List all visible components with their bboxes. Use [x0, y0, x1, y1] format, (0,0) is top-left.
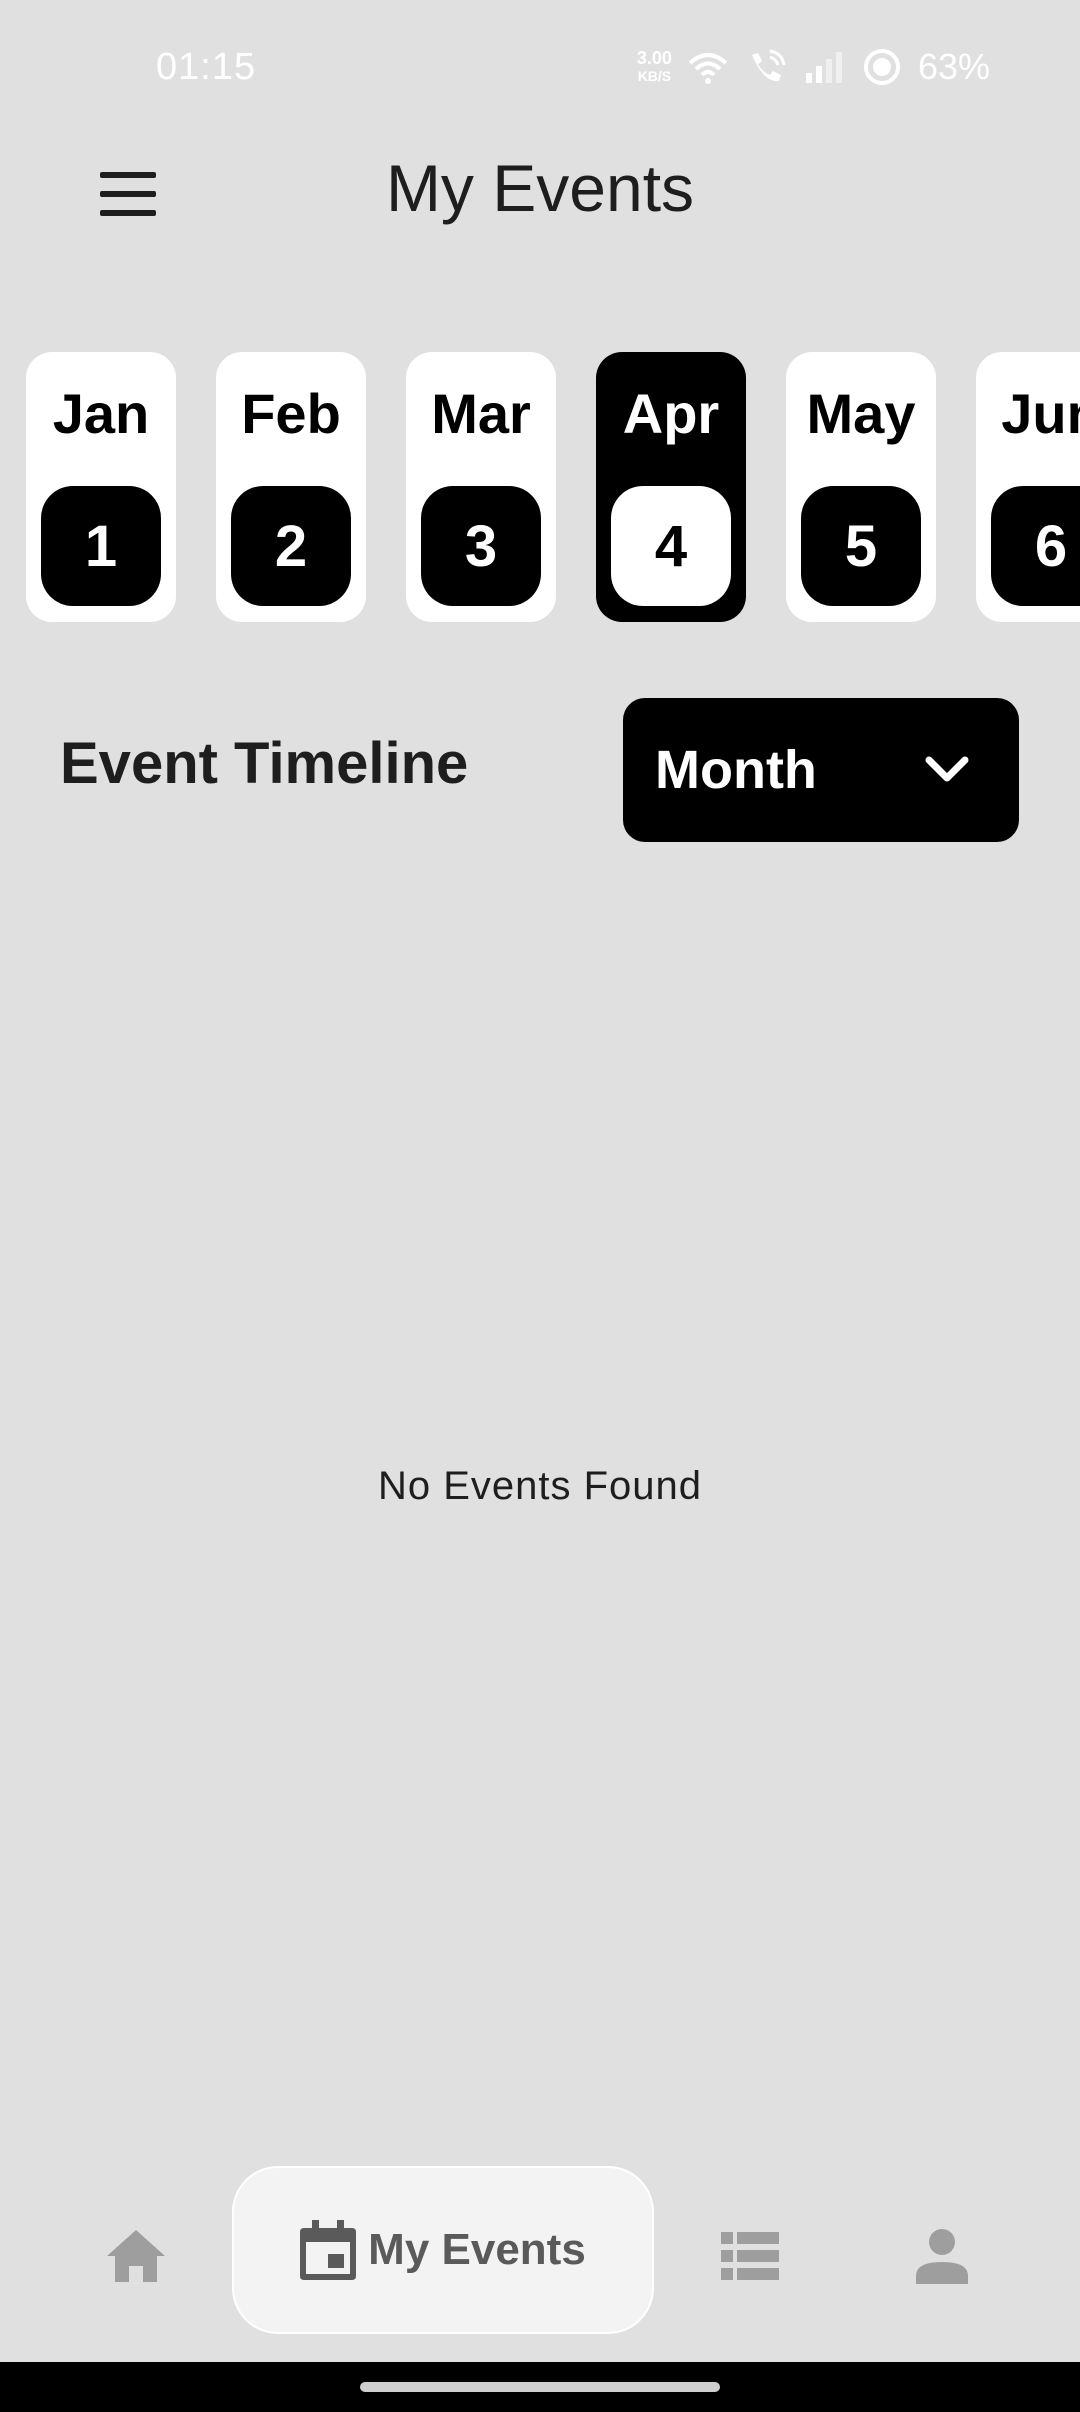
month-card-jan[interactable]: Jan 1 — [26, 352, 176, 622]
month-card-mar[interactable]: Mar 3 — [406, 352, 556, 622]
status-time: 01:15 — [156, 46, 257, 88]
month-card-may[interactable]: May 5 — [786, 352, 936, 622]
month-card-apr[interactable]: Apr 4 — [596, 352, 746, 622]
nav-home[interactable] — [96, 2216, 176, 2296]
nav-label: My Events — [368, 2225, 586, 2274]
net-speed-unit: KB/S — [637, 68, 672, 84]
chevron-down-icon — [925, 756, 969, 782]
nav-profile[interactable] — [902, 2216, 982, 2296]
month-selector: Jan 1 Feb 2 Mar 3 Apr 4 May 5 Jun 6 — [26, 352, 1080, 622]
month-number: 4 — [611, 486, 731, 606]
month-name: Apr — [622, 382, 720, 445]
period-dropdown-label: Month — [655, 740, 817, 800]
month-name: Jan — [52, 382, 150, 445]
net-speed-value: 3.00 — [636, 48, 672, 68]
month-name: Jun — [1001, 382, 1080, 445]
timeline-title: Event Timeline — [60, 731, 469, 796]
signal-icon — [805, 52, 842, 83]
month-number: 5 — [801, 486, 921, 606]
nav-my-events[interactable]: My Events — [232, 2166, 654, 2334]
page-title: My Events — [385, 151, 695, 225]
list-icon — [721, 2232, 779, 2280]
month-number: 6 — [991, 486, 1080, 606]
month-card-jun[interactable]: Jun 6 — [976, 352, 1080, 622]
status-bar: 01:15 3.00 KB/S 63% — [0, 0, 1080, 140]
nav-list[interactable] — [710, 2216, 790, 2296]
calendar-icon — [300, 2220, 357, 2280]
status-icons: 3.00 KB/S 63% — [637, 46, 990, 88]
person-icon — [916, 2229, 968, 2284]
month-number: 1 — [41, 486, 161, 606]
empty-state-message: No Events Found — [377, 1464, 703, 1508]
gesture-handle[interactable] — [360, 2382, 720, 2392]
month-name: Feb — [241, 382, 341, 445]
net-speed: 3.00 KB/S — [637, 49, 672, 85]
battery-percent: 63% — [917, 46, 990, 87]
month-number: 2 — [231, 486, 351, 606]
month-card-feb[interactable]: Feb 2 — [216, 352, 366, 622]
period-dropdown[interactable]: Month — [623, 698, 1019, 842]
gesture-bar — [0, 2362, 1080, 2412]
home-icon — [107, 2230, 165, 2282]
month-name: May — [806, 382, 916, 445]
wifi-call-icon — [751, 49, 786, 82]
bottom-nav: My Events — [0, 2160, 1080, 2360]
month-name: Mar — [431, 382, 531, 445]
battery-ring-icon — [863, 49, 900, 85]
wifi-icon — [688, 53, 728, 84]
month-number: 3 — [421, 486, 541, 606]
